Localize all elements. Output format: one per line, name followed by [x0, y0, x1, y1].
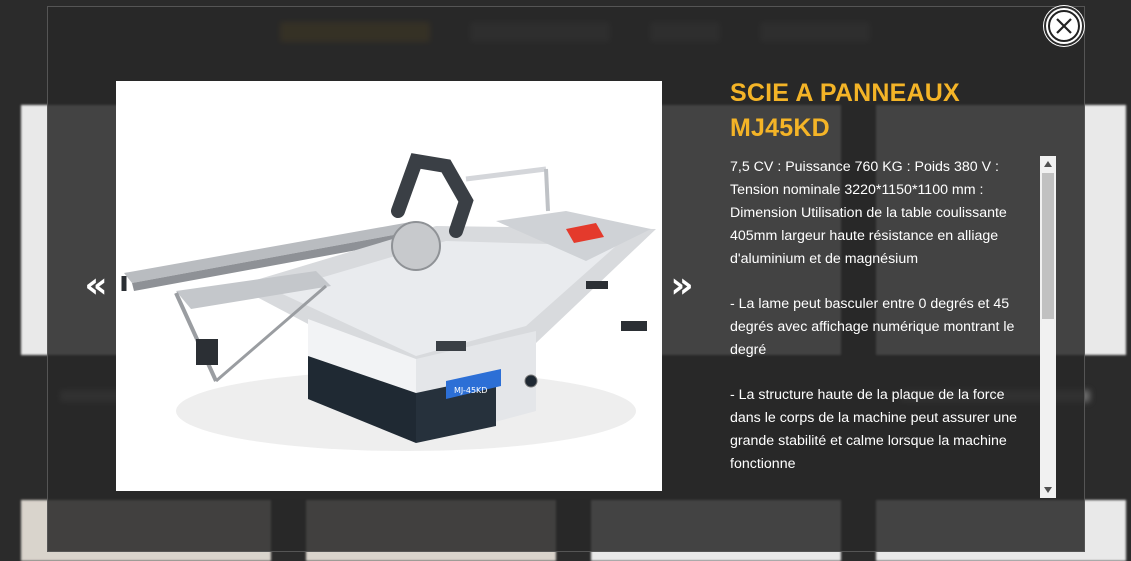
description-scrollbar[interactable]: [1040, 156, 1056, 498]
close-circle-icon: [1048, 10, 1080, 42]
description-paragraph: - La lame peut basculer entre 0 degrés e…: [730, 296, 1015, 358]
panel-saw-illustration: MJ-45KD: [121, 153, 656, 451]
product-title: SCIE A PANNEAUX MJ45KD: [730, 79, 960, 142]
description-paragraph: 7,5 CV : Puissance 760 KG : Poids 380 V …: [730, 159, 1007, 267]
scrollbar-thumb[interactable]: [1042, 173, 1054, 319]
scroll-down-icon[interactable]: [1040, 482, 1056, 498]
next-image-button[interactable]: »: [666, 268, 698, 304]
close-modal-button[interactable]: [1044, 6, 1084, 46]
product-image: MJ-45KD: [116, 81, 662, 491]
description-paragraph: - La structure haute de la plaque de la …: [730, 387, 1018, 472]
previous-image-button[interactable]: «: [80, 268, 112, 304]
machine-label-text: MJ-45KD: [454, 386, 487, 395]
scroll-up-icon[interactable]: [1040, 156, 1056, 172]
product-description: 7,5 CV : Puissance 760 KG : Poids 380 V …: [730, 156, 1056, 498]
